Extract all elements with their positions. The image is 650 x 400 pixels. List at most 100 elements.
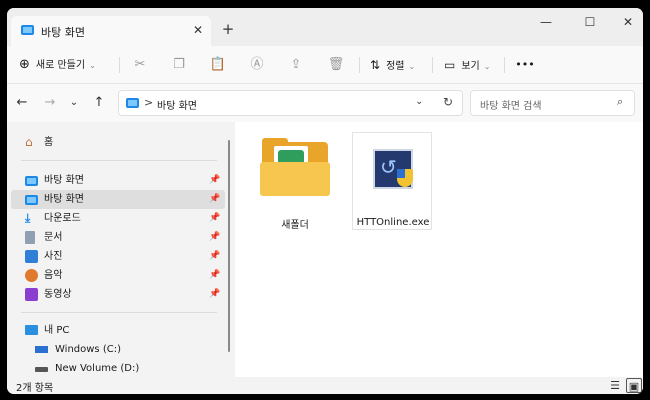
file-list: 새폴더 ↺ HTTOnline.exe — [235, 122, 643, 377]
pin-icon[interactable]: 📌 — [209, 228, 220, 247]
cut-icon[interactable]: ✂ — [129, 54, 151, 76]
plus-circle-icon: ⊕ — [19, 57, 30, 72]
toolbar-divider — [359, 57, 360, 73]
sidebar-item-desktop[interactable]: 바탕 화면 📌 — [11, 171, 225, 190]
toolbar-divider — [119, 57, 120, 73]
more-options-icon[interactable]: ••• — [512, 54, 538, 76]
new-button-label: 새로 만들기 — [35, 60, 86, 71]
back-arrow-icon[interactable]: ← — [11, 92, 33, 114]
pin-icon[interactable]: 📌 — [209, 190, 220, 209]
exe-app-icon-swirl: ↺ — [380, 155, 397, 179]
sidebar-item-label: Windows (C:) — [55, 344, 121, 355]
forward-arrow-icon[interactable]: → — [39, 92, 61, 114]
sidebar-item-this-pc[interactable]: 내 PC — [11, 321, 225, 340]
breadcrumb-desktop[interactable]: 바탕 화면 — [157, 97, 197, 112]
sidebar-item-label: 다운로드 — [44, 213, 81, 224]
drive-c-icon — [35, 346, 48, 353]
this-pc-icon — [25, 325, 38, 335]
sidebar-item-label: 내 PC — [44, 325, 70, 336]
chevron-down-icon: ⌄ — [483, 62, 491, 71]
desktop-icon — [25, 195, 38, 205]
tab-desktop[interactable]: 바탕 화면 ✕ — [11, 16, 211, 46]
pin-icon[interactable]: 📌 — [209, 247, 220, 266]
file-item-exe[interactable]: ↺ HTTOnline.exe — [352, 132, 432, 230]
maximize-button[interactable]: ☐ — [573, 11, 607, 33]
sidebar-scrollbar[interactable] — [228, 140, 230, 352]
pin-icon[interactable]: 📌 — [209, 209, 220, 228]
file-explorer-window: 바탕 화면 ✕ + — ☐ ✕ ⊕ 새로 만들기 ⌄ ✂ ❐ 📋 Ⓐ ⇪ 🗑 ⇅ 정렬… — [7, 8, 643, 394]
sidebar-item-desktop-selected[interactable]: 바탕 화면 📌 — [11, 190, 225, 209]
music-icon — [25, 269, 38, 282]
folder-icon-front — [260, 162, 330, 196]
sidebar-item-label: 바탕 화면 — [44, 194, 84, 205]
search-icon: ⌕ — [617, 95, 624, 108]
sort-button[interactable]: ⇅ 정렬 ⌄ — [370, 54, 415, 76]
navigation-bar: ← → ⌄ ↑ > 바탕 화면 ⌄ ↻ 바탕 화면 검색 ⌕ — [7, 84, 643, 122]
sidebar-item-label: 바탕 화면 — [44, 175, 84, 186]
view-button[interactable]: ▭ 보기 ⌄ — [444, 54, 490, 76]
sort-icon: ⇅ — [370, 58, 381, 72]
pictures-icon — [25, 250, 38, 263]
sidebar-item-drive-c[interactable]: Windows (C:) — [11, 340, 225, 359]
new-tab-button[interactable]: + — [219, 20, 237, 38]
chevron-down-icon[interactable]: ⌄ — [415, 96, 423, 107]
sidebar-divider — [21, 312, 217, 313]
toolbar-divider — [504, 57, 505, 73]
delete-icon[interactable]: 🗑 — [325, 54, 347, 76]
search-input[interactable]: 바탕 화면 검색 — [480, 97, 542, 112]
view-button-label: 보기 — [461, 61, 480, 72]
sidebar-item-label: 음악 — [44, 270, 63, 281]
item-count: 2개 항목 — [16, 383, 54, 394]
chevron-down-icon: ⌄ — [89, 61, 96, 70]
sidebar-item-music[interactable]: 음악 📌 — [11, 266, 225, 285]
sidebar-item-label: 사진 — [44, 251, 63, 262]
drive-d-icon — [35, 367, 48, 372]
command-bar: ⊕ 새로 만들기 ⌄ ✂ ❐ 📋 Ⓐ ⇪ 🗑 ⇅ 정렬 ⌄ ▭ 보기 ⌄ ••• — [7, 46, 643, 84]
pin-icon[interactable]: 📌 — [209, 171, 220, 190]
sidebar-item-pictures[interactable]: 사진 📌 — [11, 247, 225, 266]
sidebar-item-downloads[interactable]: ⤓ 다운로드 📌 — [11, 209, 225, 228]
sidebar-item-label: New Volume (D:) — [55, 363, 140, 374]
sidebar-item-videos[interactable]: 동영상 📌 — [11, 285, 225, 304]
up-arrow-icon[interactable]: ↑ — [88, 92, 110, 114]
paste-icon[interactable]: 📋 — [207, 54, 229, 76]
close-window-button[interactable]: ✕ — [611, 11, 643, 33]
sidebar-item-drive-d[interactable]: New Volume (D:) — [11, 359, 225, 378]
navigation-pane: ⌂ 홈 바탕 화면 📌 바탕 화면 📌 ⤓ 다운로드 📌 문서 📌 사진 📌 음… — [7, 122, 229, 377]
download-icon: ⤓ — [25, 211, 31, 225]
file-name: HTTOnline.exe — [356, 217, 430, 228]
share-icon[interactable]: ⇪ — [285, 54, 307, 76]
desktop-icon — [126, 98, 139, 108]
tab-label: 바탕 화면 — [41, 26, 85, 39]
chevron-down-icon: ⌄ — [408, 62, 416, 71]
sidebar-item-home[interactable]: ⌂ 홈 — [11, 133, 225, 152]
sidebar-item-documents[interactable]: 문서 📌 — [11, 228, 225, 247]
pin-icon[interactable]: 📌 — [209, 285, 220, 304]
pin-icon[interactable]: 📌 — [209, 266, 220, 285]
sidebar-item-label: 동영상 — [44, 289, 72, 300]
uac-shield-icon — [397, 169, 413, 187]
search-box[interactable]: 바탕 화면 검색 ⌕ — [470, 90, 635, 116]
file-name: 새폴더 — [281, 220, 309, 231]
sidebar-divider — [21, 160, 217, 161]
file-item-folder[interactable]: 새폴더 — [255, 132, 335, 231]
refresh-icon[interactable]: ↻ — [443, 95, 453, 109]
videos-icon — [25, 288, 38, 301]
tab-close-icon[interactable]: ✕ — [189, 20, 207, 40]
desktop-icon — [25, 176, 38, 186]
documents-icon — [25, 231, 35, 244]
copy-icon[interactable]: ❐ — [168, 54, 190, 76]
sort-button-label: 정렬 — [386, 61, 405, 72]
title-bar: 바탕 화면 ✕ + — ☐ ✕ — [7, 8, 643, 46]
status-bar: 2개 항목 ☰ ▣ — [7, 377, 643, 394]
address-bar[interactable]: > 바탕 화면 ⌄ ↻ — [118, 90, 463, 116]
tiles-view-icon[interactable]: ▣ — [626, 378, 642, 393]
minimize-button[interactable]: — — [529, 11, 563, 33]
details-view-icon[interactable]: ☰ — [607, 378, 623, 393]
sidebar-item-label: 홈 — [44, 137, 54, 148]
recent-locations-icon[interactable]: ⌄ — [63, 92, 85, 114]
view-icon: ▭ — [444, 58, 456, 72]
toolbar-divider — [432, 57, 433, 73]
new-button[interactable]: ⊕ 새로 만들기 ⌄ — [19, 54, 96, 76]
rename-icon[interactable]: Ⓐ — [246, 54, 268, 76]
